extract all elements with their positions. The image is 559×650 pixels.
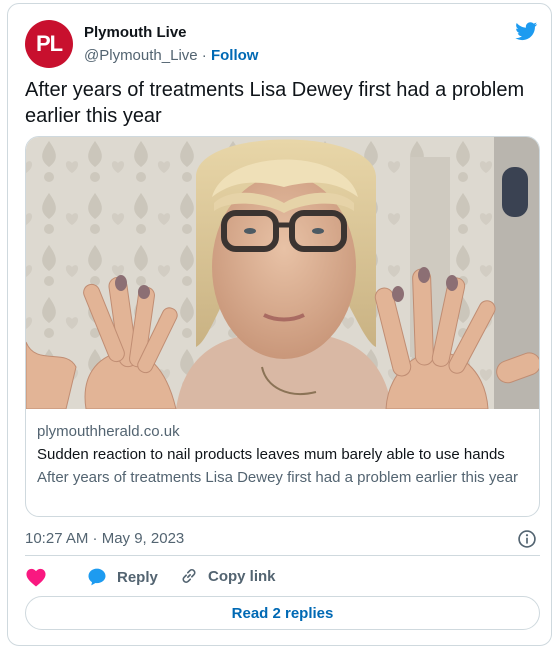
author-handle[interactable]: @Plymouth_Live xyxy=(84,47,198,64)
handle-separator: · xyxy=(201,47,207,64)
heart-icon xyxy=(26,568,46,587)
reply-button[interactable]: Reply xyxy=(87,567,158,587)
tweet-timestamp[interactable]: 10:27 AM · May 9, 2023 xyxy=(25,530,184,547)
link-meta: plymouthherald.co.uk Sudden reaction to … xyxy=(37,422,532,488)
link-title: Sudden reaction to nail products leaves … xyxy=(37,446,505,463)
link-chain-icon xyxy=(182,569,196,583)
handle-row: @Plymouth_Live · Follow xyxy=(84,47,258,64)
copy-link-button[interactable]: Copy link xyxy=(180,567,276,585)
copy-link-label: Copy link xyxy=(208,567,276,585)
link-description: After years of treatments Lisa Dewey fir… xyxy=(37,469,519,486)
reply-bubble-icon xyxy=(88,568,106,586)
follow-link[interactable]: Follow xyxy=(211,47,259,64)
twitter-bird-icon[interactable] xyxy=(514,20,539,42)
author-name[interactable]: Plymouth Live xyxy=(84,24,187,41)
divider xyxy=(25,555,540,556)
avatar[interactable]: PL xyxy=(25,20,73,68)
embedded-tweet-card: PL Plymouth Live @Plymouth_Live · Follow… xyxy=(7,3,552,646)
info-icon[interactable] xyxy=(517,529,537,549)
reply-label: Reply xyxy=(117,568,158,586)
tweet-text: After years of treatments Lisa Dewey fir… xyxy=(25,79,525,127)
like-button[interactable] xyxy=(25,567,57,587)
article-photo xyxy=(26,137,539,409)
link-preview-card[interactable]: plymouthherald.co.uk Sudden reaction to … xyxy=(25,136,540,517)
read-replies-button[interactable]: Read 2 replies xyxy=(25,596,540,630)
link-domain: plymouthherald.co.uk xyxy=(37,423,180,440)
